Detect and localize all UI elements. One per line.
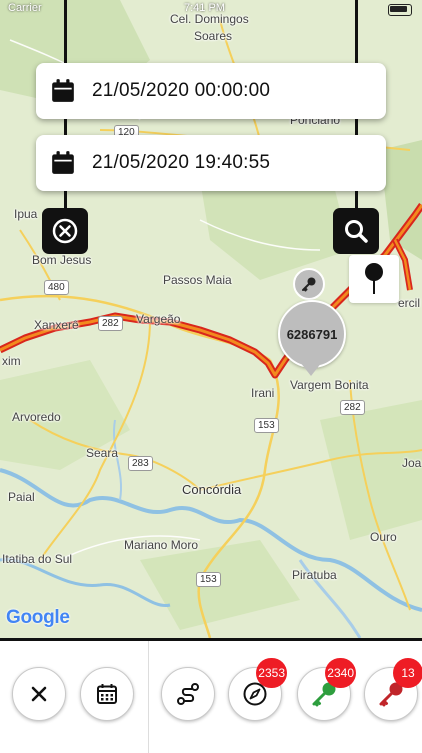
start-date-value: 21/05/2020 00:00:00: [92, 80, 271, 101]
compass-button[interactable]: 2353: [228, 658, 287, 721]
road-shield: 480: [44, 280, 69, 295]
place-label: ercil: [398, 296, 421, 310]
place-label: Piratuba: [292, 568, 337, 582]
place-label: Xanxerê: [34, 318, 79, 332]
place-label: Soares: [194, 29, 233, 43]
place-label: Bom Jesus: [32, 253, 92, 267]
route-count-badge: 2353: [256, 658, 287, 688]
calendar-icon: [52, 79, 74, 102]
carrier-label: Carrier: [8, 2, 42, 14]
close-button[interactable]: [12, 667, 66, 721]
road-shield: 282: [340, 400, 365, 415]
close-circle-icon: [52, 218, 78, 244]
calendar-icon: [52, 151, 74, 174]
vehicle-marker-pointer: [300, 362, 322, 376]
key-icon: [302, 277, 316, 292]
place-label: Joa: [402, 456, 422, 470]
close-icon: [31, 686, 47, 702]
ignition-on-count-badge: 2340: [325, 658, 356, 688]
start-date-field[interactable]: 21/05/2020 00:00:00: [36, 63, 386, 119]
place-label: Seara: [86, 446, 119, 460]
date-range-button[interactable]: [80, 667, 134, 721]
road-shield: 282: [98, 316, 123, 331]
ignition-on-button[interactable]: 2340: [297, 658, 356, 721]
place-label: Ouro: [370, 530, 397, 544]
ignition-key-marker[interactable]: [293, 268, 325, 300]
route-button[interactable]: [161, 667, 215, 721]
place-label: Passos Maia: [163, 273, 232, 287]
map-view[interactable]: Cel. Domingos Soares Ponciano Ipua Bom J…: [0, 0, 422, 638]
battery-icon: [388, 4, 412, 16]
road-shield: 283: [128, 456, 153, 471]
road-shield: 153: [196, 572, 221, 587]
bottom-toolbar: 2353 2340 13: [0, 638, 422, 753]
status-bar: Carrier 7:41 PM: [0, 0, 422, 18]
map-pin-icon: [365, 263, 383, 294]
search-icon: [345, 220, 368, 243]
location-pin-marker[interactable]: [349, 255, 399, 303]
end-date-field[interactable]: 21/05/2020 19:40:55: [36, 135, 386, 191]
toolbar-divider: [148, 641, 149, 753]
search-button[interactable]: [333, 208, 379, 254]
vehicle-marker[interactable]: 6286791: [278, 300, 346, 368]
end-date-value: 21/05/2020 19:40:55: [92, 152, 271, 173]
place-label: Irani: [251, 386, 275, 400]
place-label: Ipua: [14, 207, 38, 221]
ignition-off-count-badge: 13: [393, 658, 422, 688]
place-label: Mariano Moro: [124, 538, 199, 552]
clock: 7:41 PM: [184, 2, 225, 14]
place-label: Itatiba do Sul: [2, 552, 73, 566]
place-label: Concórdia: [182, 482, 242, 497]
route-icon: [177, 683, 199, 705]
road-shield: 153: [254, 418, 279, 433]
place-label: xim: [2, 354, 21, 368]
place-label: Paial: [8, 490, 35, 504]
place-label: Vargem Bonita: [290, 378, 369, 392]
clear-filter-button[interactable]: [42, 208, 88, 254]
place-label: Vargeão: [136, 312, 181, 326]
place-label: Arvoredo: [12, 410, 61, 424]
google-logo: Google: [6, 607, 70, 628]
ignition-off-button[interactable]: 13: [364, 658, 422, 721]
calendar-icon: [97, 684, 117, 704]
